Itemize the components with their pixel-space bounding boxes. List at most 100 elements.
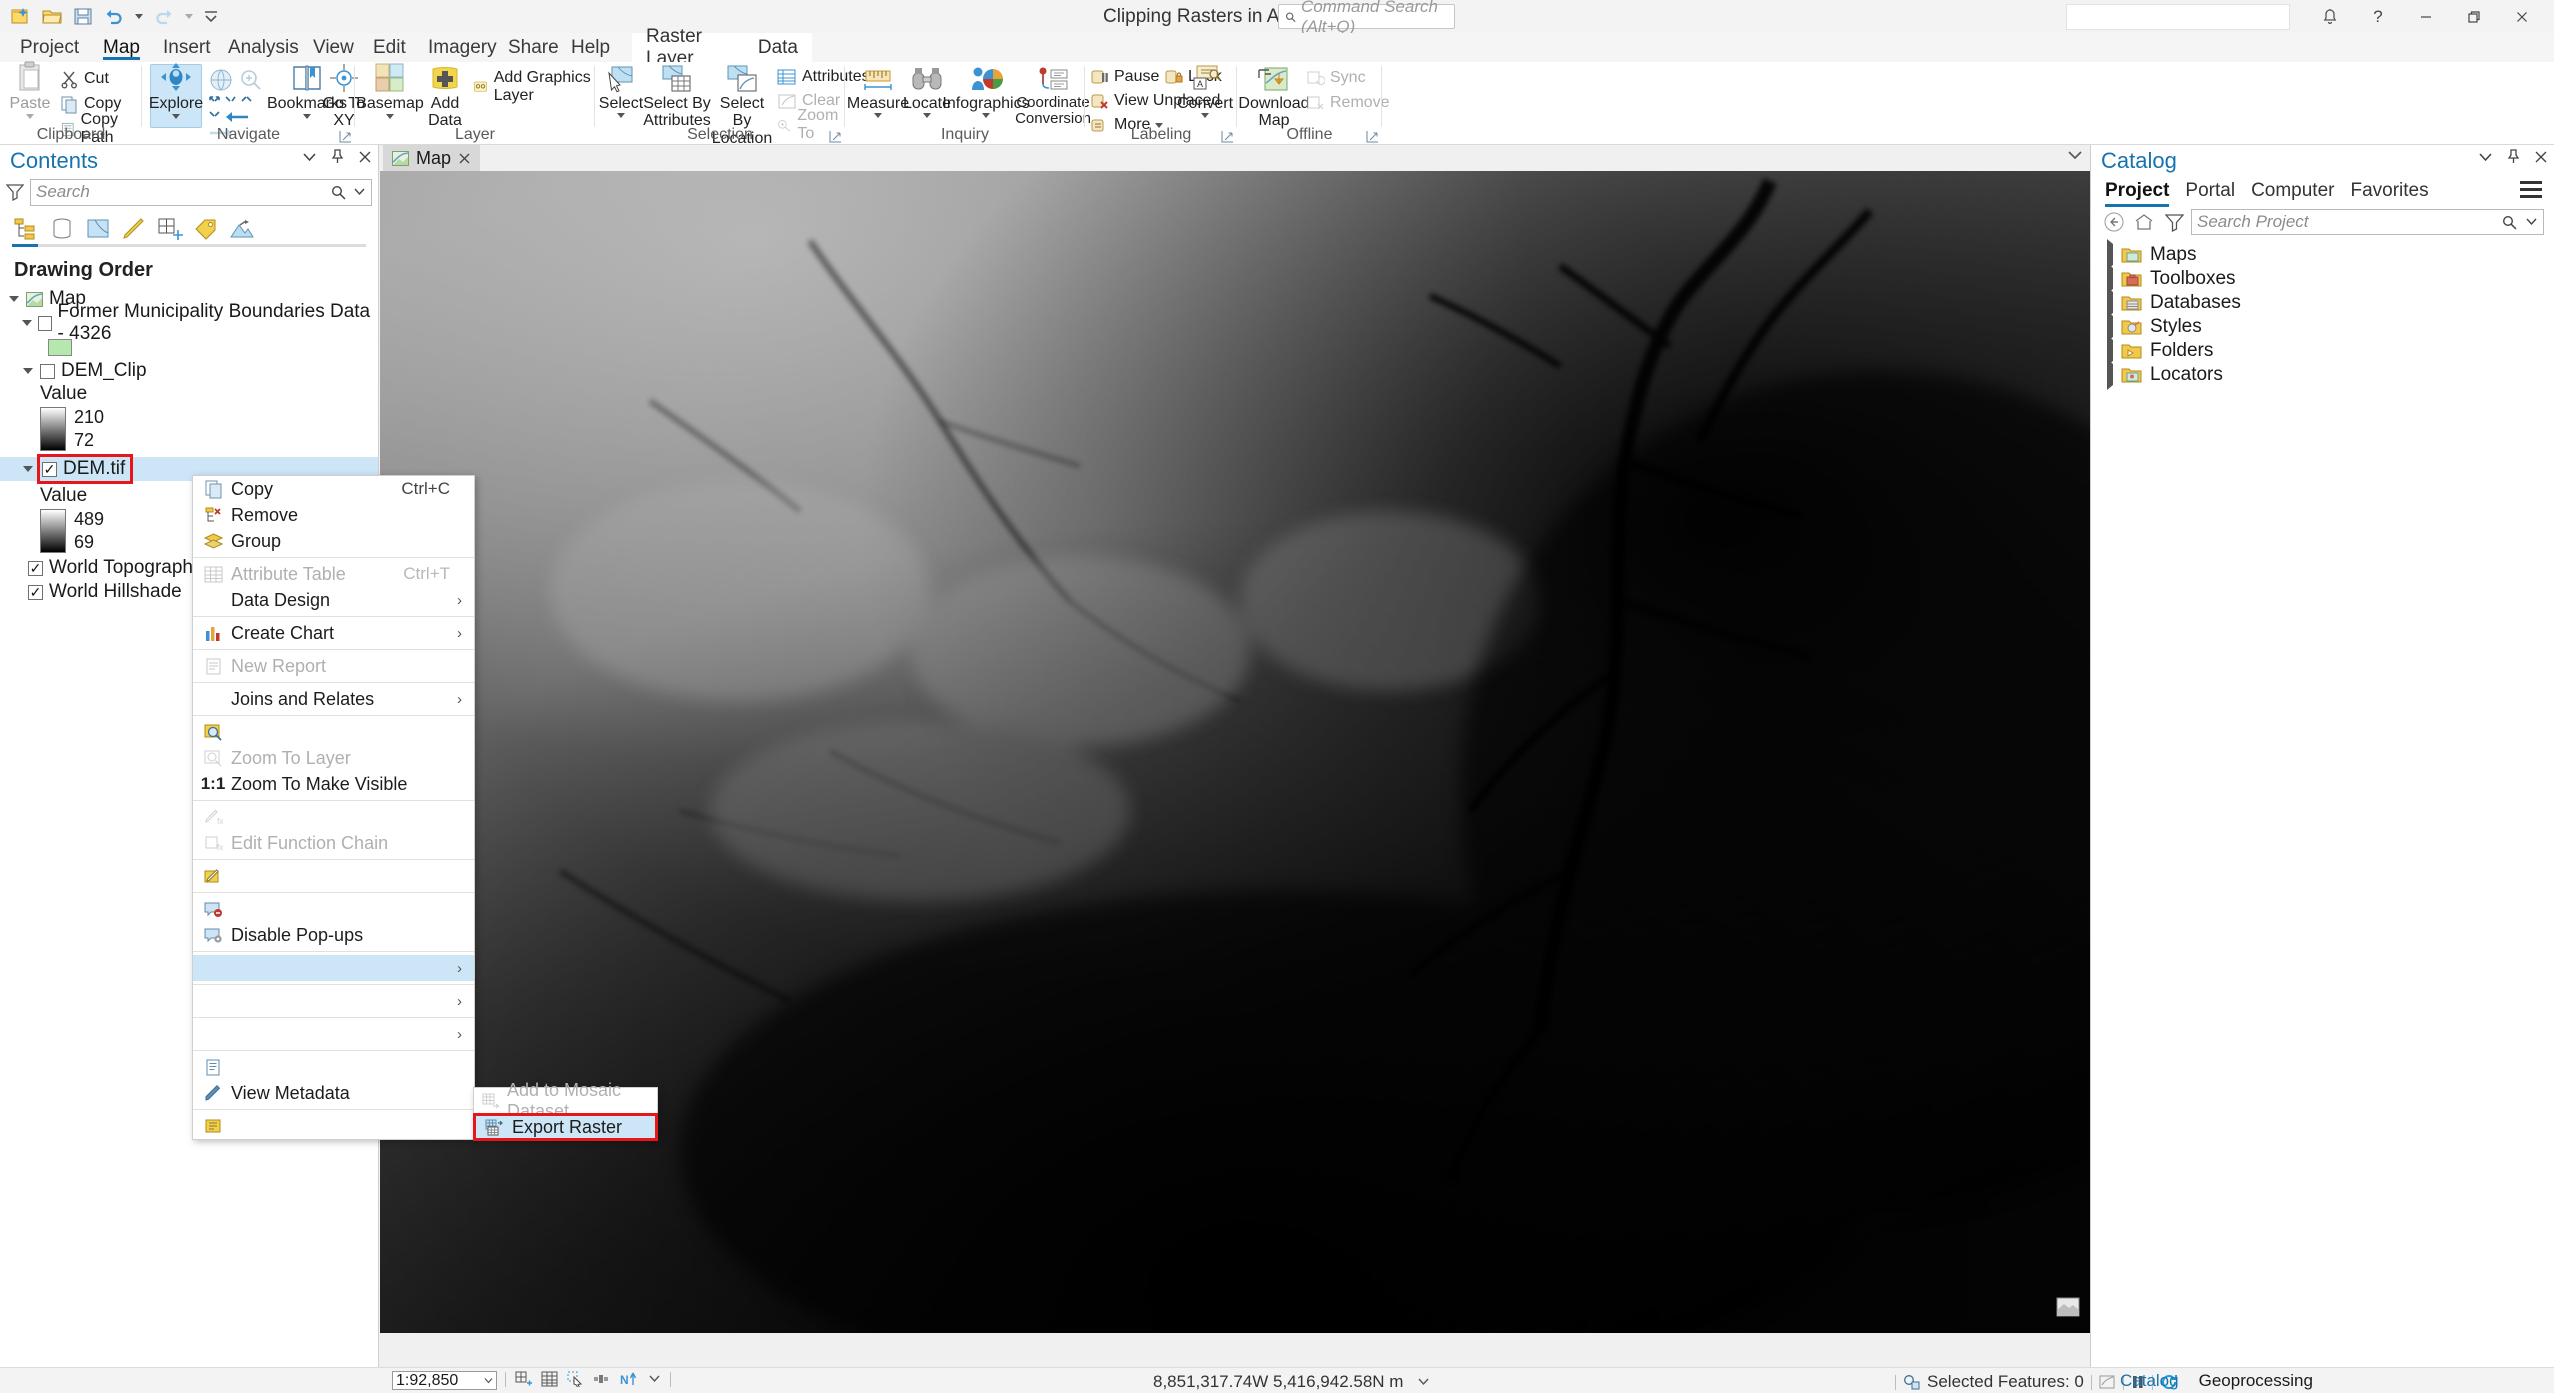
catalog-item-locators[interactable]: Locators [2091, 359, 2554, 390]
layer-visibility-checkbox[interactable] [28, 584, 43, 600]
explore-button[interactable]: Explore [149, 63, 203, 128]
customize-icon[interactable] [201, 3, 221, 29]
menu-item-edit-metadata[interactable]: View Metadata [193, 1080, 474, 1106]
offline-dialog-launcher[interactable] [1366, 130, 1379, 143]
coordinate-conversion-button[interactable]: Coordinate Conversion [1015, 65, 1091, 127]
tab-favorites[interactable]: Favorites [2350, 180, 2428, 202]
close-icon[interactable] [458, 152, 471, 165]
filter-icon[interactable] [6, 183, 24, 201]
layer-visibility-checkbox[interactable] [28, 560, 43, 576]
chevron-down-icon[interactable] [302, 151, 317, 163]
menu-item-disable-popups[interactable] [193, 896, 474, 922]
chevron-down-icon[interactable] [484, 1377, 493, 1384]
undo-dropdown-icon[interactable] [132, 3, 146, 29]
list-by-data-source-icon[interactable] [48, 215, 76, 241]
tab-edit[interactable]: Edit [360, 33, 419, 62]
map-view-tab[interactable]: Map [383, 145, 481, 171]
menu-item-properties[interactable] [193, 1113, 474, 1139]
paste-button[interactable]: Paste [4, 61, 56, 120]
tab-view[interactable]: View [300, 33, 367, 62]
list-by-drawing-order-icon[interactable] [12, 215, 40, 241]
layer-visibility-checkbox[interactable] [42, 461, 57, 477]
cut-button[interactable]: Cut [60, 69, 109, 89]
search-icon[interactable] [331, 185, 346, 200]
chevron-down-icon[interactable] [617, 113, 625, 119]
map-scale-selector[interactable]: 1:92,850 [392, 1371, 497, 1390]
fixed-zoom-out-icon[interactable] [208, 110, 222, 124]
chevron-down-icon[interactable] [2525, 217, 2538, 227]
chevron-down-icon[interactable] [1201, 113, 1209, 119]
menu-item-data-design[interactable]: Data Design › [193, 587, 474, 613]
infographics-button[interactable]: Infographics [942, 65, 1030, 119]
chevron-down-icon[interactable] [982, 113, 990, 119]
menu-item-data[interactable]: › [193, 955, 474, 981]
fixed-zoom-in-icon[interactable] [240, 95, 254, 108]
map-overlay-icon[interactable] [2056, 1297, 2080, 1317]
menu-item-create-chart[interactable]: Create Chart › [193, 620, 474, 646]
tab-computer[interactable]: Computer [2251, 180, 2334, 202]
filter-icon[interactable] [2161, 209, 2187, 235]
open-project-icon[interactable] [39, 3, 65, 29]
expand-arrow-icon[interactable] [22, 463, 34, 475]
redo-dropdown-icon[interactable] [182, 3, 196, 29]
zoom-out-corner-icon[interactable] [224, 95, 238, 108]
close-icon[interactable] [358, 150, 372, 164]
catalog-item-folders[interactable]: Folders [2091, 335, 2554, 366]
select-tool-icon[interactable] [567, 1371, 584, 1387]
tab-data[interactable]: Data [744, 37, 812, 59]
labeling-dialog-launcher[interactable] [1221, 130, 1234, 143]
list-by-snapping-icon[interactable] [156, 215, 184, 241]
add-graphics-layer-button[interactable]: Add Graphics Layer [473, 69, 595, 104]
minimize-icon[interactable] [2402, 3, 2450, 30]
menu-item-remove[interactable]: Remove [193, 502, 474, 528]
chevron-down-icon[interactable] [26, 114, 34, 120]
chevron-down-icon[interactable] [172, 114, 180, 120]
chevron-down-icon[interactable] [874, 113, 882, 119]
chevron-down-icon[interactable] [1417, 1372, 1430, 1391]
drawing-order-icon[interactable] [593, 1371, 610, 1387]
restore-icon[interactable] [2450, 3, 2498, 30]
convert-labels-button[interactable]: A Convert [1177, 65, 1233, 119]
layer-visibility-checkbox[interactable] [40, 363, 55, 379]
layer-visibility-checkbox[interactable] [38, 315, 52, 331]
menu-item-sharing[interactable]: › [193, 1021, 474, 1047]
search-input[interactable]: Search [30, 178, 372, 206]
close-icon[interactable] [2498, 3, 2546, 30]
add-grid-icon[interactable] [515, 1371, 532, 1387]
expand-arrow-icon[interactable] [2107, 359, 2113, 390]
menu-item-group[interactable]: Group [193, 528, 474, 554]
tab-project[interactable]: Project [2105, 180, 2170, 207]
expand-arrow-icon[interactable] [8, 293, 20, 305]
chevron-down-icon[interactable] [648, 1374, 661, 1384]
select-button[interactable]: Select [598, 65, 644, 119]
menu-item-zoom-to-layer[interactable] [193, 719, 474, 745]
map-canvas[interactable] [380, 171, 2090, 1333]
tab-portal[interactable]: Portal [2185, 180, 2235, 202]
download-map-button[interactable]: Download Map [1238, 65, 1310, 130]
menu-item-zoom-to-source-resolution[interactable]: 1:1 Zoom To Make Visible [193, 771, 474, 797]
pin-icon[interactable] [331, 149, 344, 164]
close-icon[interactable] [2534, 150, 2548, 164]
global-search-input[interactable] [2066, 3, 2290, 30]
home-icon[interactable] [2131, 209, 2157, 235]
command-search-input[interactable]: Command Search (Alt+Q) [1278, 0, 1455, 36]
bottom-tab-geoprocessing[interactable]: Geoprocessing [2189, 1369, 2323, 1393]
list-by-elevation-icon[interactable] [228, 215, 256, 241]
catalog-item-styles[interactable]: Styles [2091, 311, 2554, 342]
question-mark-icon[interactable]: ? [2354, 3, 2402, 30]
redo-icon[interactable] [151, 3, 177, 29]
menu-item-elevation[interactable]: › [193, 988, 474, 1014]
menu-item-joins-and-relates[interactable]: Joins and Relates › [193, 686, 474, 712]
full-extent-button[interactable] [208, 67, 234, 93]
undo-icon[interactable] [101, 3, 127, 29]
submenu-item-export-raster[interactable]: Export Raster [473, 1113, 658, 1141]
tab-map[interactable]: Map [90, 33, 153, 62]
measure-button[interactable]: Measure [847, 65, 909, 119]
tab-insert[interactable]: Insert [150, 33, 224, 62]
pin-icon[interactable] [2507, 149, 2520, 164]
menu-item-symbology[interactable] [193, 863, 474, 889]
save-project-icon[interactable] [70, 3, 96, 29]
new-project-icon[interactable] [8, 3, 34, 29]
catalog-item-databases[interactable]: Databases [2091, 287, 2554, 318]
basemap-button[interactable]: Basemap [356, 63, 424, 120]
